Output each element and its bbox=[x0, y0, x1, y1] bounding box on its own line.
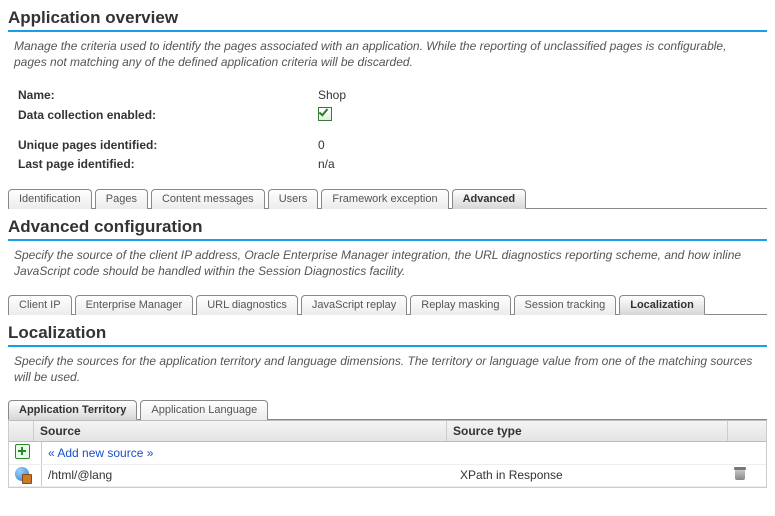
last-page-label: Last page identified: bbox=[18, 155, 318, 174]
table-header-type: Source type bbox=[447, 421, 728, 441]
last-page-value: n/a bbox=[318, 155, 335, 174]
table-header-row: Source Source type bbox=[9, 420, 766, 442]
main-tab-strip: IdentificationPagesContent messagesUsers… bbox=[8, 188, 767, 209]
advanced-description: Specify the source of the client IP addr… bbox=[8, 245, 767, 289]
adv-tab-url-diagnostics[interactable]: URL diagnostics bbox=[196, 295, 298, 315]
table-row-add[interactable]: « Add new source » bbox=[9, 442, 766, 465]
trash-icon bbox=[734, 467, 746, 480]
adv-tab-localization[interactable]: Localization bbox=[619, 295, 705, 315]
add-new-source-link[interactable]: « Add new source » bbox=[42, 444, 454, 462]
name-label: Name: bbox=[18, 86, 318, 105]
adv-tab-javascript-replay[interactable]: JavaScript replay bbox=[301, 295, 407, 315]
overview-info-table: Name: Shop Data collection enabled: Uniq… bbox=[18, 86, 767, 174]
add-icon-cell bbox=[9, 442, 42, 464]
loc-tab-application-language[interactable]: Application Language bbox=[140, 400, 268, 420]
adv-tab-enterprise-manager[interactable]: Enterprise Manager bbox=[75, 295, 194, 315]
table-header-icon bbox=[9, 421, 34, 441]
main-tab-framework-exception[interactable]: Framework exception bbox=[321, 189, 448, 209]
row-source: /html/@lang bbox=[42, 466, 454, 484]
adv-tab-client-ip[interactable]: Client IP bbox=[8, 295, 72, 315]
overview-title: Application overview bbox=[8, 6, 767, 32]
globe-icon bbox=[15, 467, 29, 481]
loc-tab-application-territory[interactable]: Application Territory bbox=[8, 400, 137, 420]
main-tab-content-messages[interactable]: Content messages bbox=[151, 189, 265, 209]
data-collection-label: Data collection enabled: bbox=[18, 106, 318, 126]
row-type: XPath in Response bbox=[454, 466, 728, 484]
main-tab-identification[interactable]: Identification bbox=[8, 189, 92, 209]
add-row-action bbox=[728, 451, 766, 455]
add-row-type bbox=[454, 451, 728, 455]
main-tab-advanced[interactable]: Advanced bbox=[452, 189, 527, 209]
table-header-actions bbox=[728, 421, 766, 441]
adv-tab-replay-masking[interactable]: Replay masking bbox=[410, 295, 510, 315]
unique-pages-label: Unique pages identified: bbox=[18, 136, 318, 155]
table-header-source: Source bbox=[34, 421, 447, 441]
localization-title: Localization bbox=[8, 321, 767, 347]
data-collection-value bbox=[318, 106, 332, 126]
table-row[interactable]: /html/@lang XPath in Response bbox=[9, 465, 766, 487]
plus-icon bbox=[15, 444, 30, 459]
localization-tab-strip: Application TerritoryApplication Languag… bbox=[8, 399, 767, 420]
main-tab-pages[interactable]: Pages bbox=[95, 189, 148, 209]
name-value: Shop bbox=[318, 86, 346, 105]
localization-description: Specify the sources for the application … bbox=[8, 351, 767, 395]
row-icon-cell bbox=[9, 465, 42, 486]
overview-description: Manage the criteria used to identify the… bbox=[8, 36, 767, 80]
adv-tab-session-tracking[interactable]: Session tracking bbox=[514, 295, 617, 315]
advanced-tab-strip: Client IPEnterprise ManagerURL diagnosti… bbox=[8, 294, 767, 315]
row-delete[interactable] bbox=[728, 465, 766, 485]
unique-pages-value: 0 bbox=[318, 136, 325, 155]
sources-table: Source Source type « Add new source » /h… bbox=[8, 420, 767, 488]
advanced-title: Advanced configuration bbox=[8, 215, 767, 241]
main-tab-users[interactable]: Users bbox=[268, 189, 319, 209]
data-collection-checkbox-icon bbox=[318, 107, 332, 121]
